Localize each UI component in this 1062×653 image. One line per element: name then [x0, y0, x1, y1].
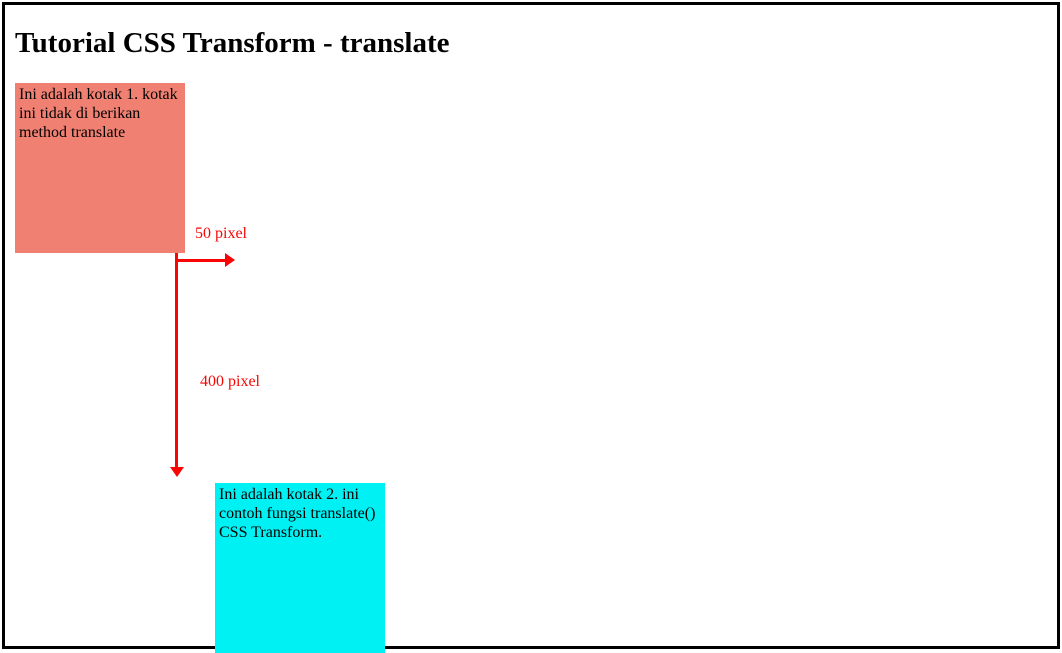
page-title: Tutorial CSS Transform - translate — [15, 27, 1047, 60]
box-2-text: Ini adalah kotak 2. ini contoh fungsi tr… — [219, 486, 375, 541]
box-1-text: Ini adalah kotak 1. kotak ini tidak di b… — [19, 86, 178, 141]
arrow-down-icon — [175, 253, 189, 477]
box-2: Ini adalah kotak 2. ini contoh fungsi tr… — [215, 483, 385, 653]
box-1: Ini adalah kotak 1. kotak ini tidak di b… — [15, 83, 185, 253]
translate-y-label: 400 pixel — [200, 373, 260, 391]
translate-x-label: 50 pixel — [195, 225, 247, 243]
page-frame: Tutorial CSS Transform - translate Ini a… — [2, 2, 1060, 649]
